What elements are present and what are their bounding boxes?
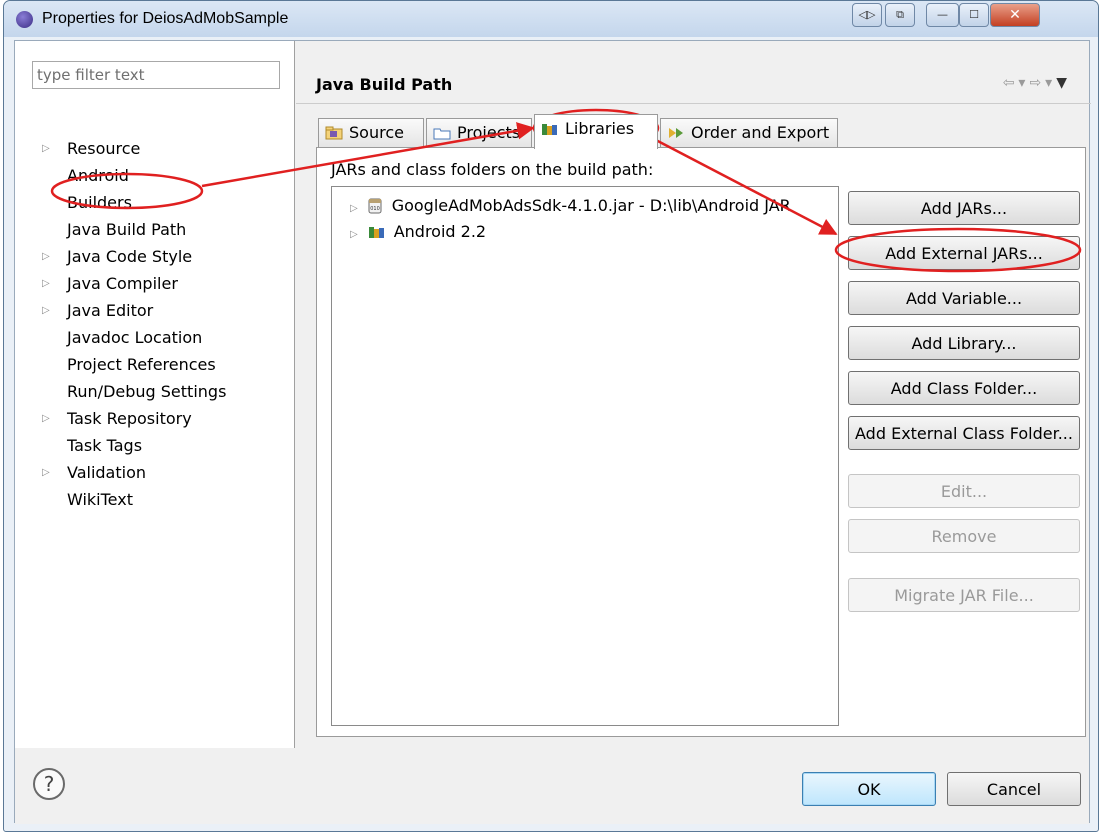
folder-icon (433, 128, 451, 140)
close-button[interactable]: ✕ (990, 3, 1040, 27)
tree-item-android[interactable]: Android (67, 164, 129, 188)
tree-item-javadoc-location[interactable]: Javadoc Location (67, 326, 202, 350)
jar-icon: 010 (368, 198, 382, 214)
expand-icon[interactable]: ▷ (42, 245, 56, 269)
tab-source[interactable]: Source (318, 118, 424, 148)
tree-item-java-code-style[interactable]: Java Code Style (67, 245, 192, 269)
expand-icon[interactable]: ▷ (42, 461, 56, 485)
help-icon[interactable]: ? (33, 768, 65, 800)
tree-item-java-editor[interactable]: Java Editor (67, 299, 153, 323)
add-variable-button[interactable]: Add Variable... (848, 281, 1080, 315)
expand-icon[interactable]: ▷ (350, 229, 358, 240)
page-title: Java Build Path (316, 75, 453, 94)
tree-item-task-repository[interactable]: Task Repository (67, 407, 192, 431)
list-item[interactable]: ▷ Android 2.2 (350, 219, 486, 245)
tree-item-java-compiler[interactable]: Java Compiler (67, 272, 178, 296)
migrate-jar-file-button[interactable]: Migrate JAR File... (848, 578, 1080, 612)
page-navigation[interactable]: ⇦▾⇨▾▼ (1003, 75, 1071, 91)
add-library-button[interactable]: Add Library... (848, 326, 1080, 360)
tree-item-resource[interactable]: Resource (67, 137, 140, 161)
restore-icon[interactable]: ⧉ (885, 3, 915, 27)
build-path-list[interactable]: ▷ 010 GoogleAdMobAdsSdk-4.1.0.jar - D:\lib… (331, 186, 839, 726)
title-bar[interactable]: Properties for DeiosAdMobSample ◁▷ ⧉ — ☐… (4, 1, 1098, 37)
tab-order-and-export[interactable]: Order and Export (660, 118, 838, 148)
tab-projects[interactable]: Projects (426, 118, 532, 148)
library-icon (368, 227, 384, 238)
tab-libraries-label: Libraries (565, 119, 635, 138)
order-export-icon (669, 128, 683, 138)
tab-order-and-export-label: Order and Export (691, 123, 830, 142)
tree-item-wikitext[interactable]: WikiText (67, 488, 133, 512)
minimize-button[interactable]: — (926, 3, 959, 27)
build-path-label: JARs and class folders on the build path… (331, 160, 654, 179)
tree-item-run-debug-settings[interactable]: Run/Debug Settings (67, 380, 226, 404)
add-jars-button[interactable]: Add JARs... (848, 191, 1080, 225)
forward-arrow-icon[interactable]: ⇨▾ (1029, 75, 1056, 91)
menu-chevron-icon[interactable]: ▼ (1056, 75, 1071, 91)
expand-icon[interactable]: ▷ (42, 407, 56, 431)
back-forward-icon[interactable]: ◁▷ (852, 3, 882, 27)
expand-icon[interactable]: ▷ (42, 137, 56, 161)
svg-text:010: 010 (370, 206, 380, 212)
add-external-jars-button[interactable]: Add External JARs... (848, 236, 1080, 270)
add-class-folder-button[interactable]: Add Class Folder... (848, 371, 1080, 405)
preference-tree-pane: ▷ Resource Android Builders Java Build Path ▷… (15, 41, 295, 748)
remove-button[interactable]: Remove (848, 519, 1080, 553)
jar-entry-label: GoogleAdMobAdsSdk-4.1.0.jar - D:\lib\And… (391, 196, 791, 215)
window-title: Properties for DeiosAdMobSample (42, 10, 289, 27)
page-pane: Java Build Path ⇦▾⇨▾▼ Source Projects Li… (296, 41, 1091, 748)
dialog-button-bar: ? OK Cancel (15, 748, 1089, 824)
libraries-tab-content: JARs and class folders on the build path… (316, 147, 1086, 737)
expand-icon[interactable]: ▷ (42, 299, 56, 323)
libraries-icon (542, 124, 557, 135)
library-entry-label: Android 2.2 (393, 222, 487, 241)
expand-icon[interactable]: ▷ (350, 203, 358, 214)
dialog-client-area: ▷ Resource Android Builders Java Build Path ▷… (14, 40, 1091, 824)
tree-item-builders[interactable]: Builders (67, 191, 132, 215)
source-folder-icon (325, 126, 343, 140)
ok-button[interactable]: OK (802, 772, 936, 806)
cancel-button[interactable]: Cancel (947, 772, 1081, 806)
add-external-class-folder-button[interactable]: Add External Class Folder... (848, 416, 1080, 450)
tab-source-label: Source (349, 123, 404, 142)
expand-icon[interactable]: ▷ (42, 272, 56, 296)
tree-item-task-tags[interactable]: Task Tags (67, 434, 142, 458)
list-item[interactable]: ▷ 010 GoogleAdMobAdsSdk-4.1.0.jar - D:\lib… (350, 193, 791, 219)
tree-item-java-build-path[interactable]: Java Build Path (67, 218, 186, 242)
tree-item-validation[interactable]: Validation (67, 461, 146, 485)
back-arrow-icon[interactable]: ⇦▾ (1003, 75, 1030, 91)
properties-dialog: Properties for DeiosAdMobSample ◁▷ ⧉ — ☐… (3, 0, 1099, 832)
edit-button[interactable]: Edit... (848, 474, 1080, 508)
tree-item-project-references[interactable]: Project References (67, 353, 216, 377)
tab-libraries[interactable]: Libraries (534, 114, 658, 149)
header-divider (296, 103, 1091, 104)
eclipse-icon (16, 11, 33, 28)
filter-input[interactable] (32, 61, 280, 89)
maximize-button[interactable]: ☐ (959, 3, 989, 27)
tab-projects-label: Projects (457, 123, 521, 142)
